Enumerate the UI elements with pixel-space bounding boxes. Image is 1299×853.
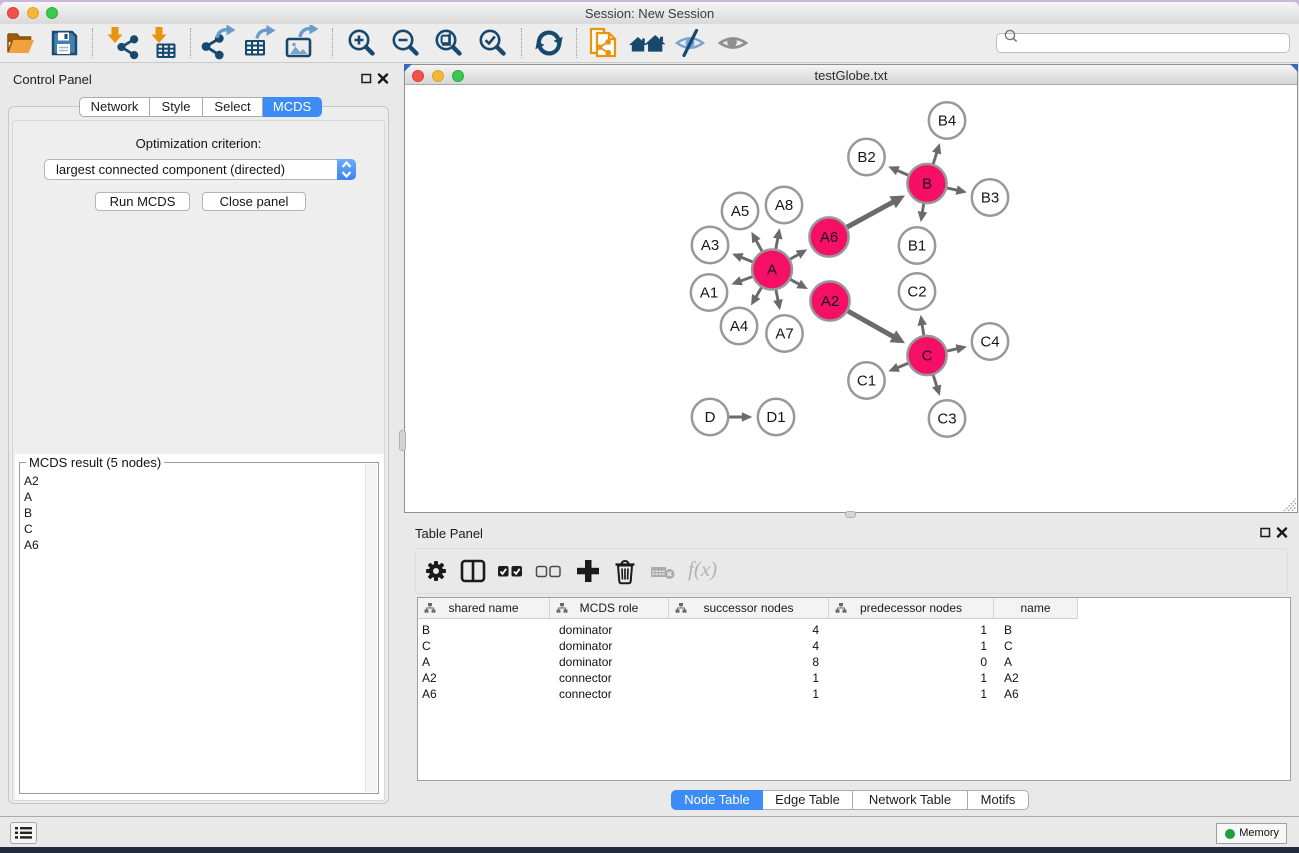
svg-text:A: A (767, 262, 777, 279)
svg-text:A6: A6 (820, 229, 838, 246)
svg-text:B4: B4 (938, 113, 956, 130)
svg-text:C2: C2 (907, 284, 926, 301)
svg-text:A1: A1 (700, 285, 718, 302)
svg-text:A4: A4 (730, 318, 748, 335)
svg-text:A3: A3 (701, 237, 719, 254)
svg-text:C: C (922, 348, 933, 365)
svg-text:A7: A7 (775, 326, 793, 343)
svg-text:D: D (705, 409, 716, 426)
svg-text:C1: C1 (857, 373, 876, 390)
svg-text:B1: B1 (908, 238, 926, 255)
svg-text:A5: A5 (731, 203, 749, 220)
svg-text:B3: B3 (981, 190, 999, 207)
svg-text:B2: B2 (857, 149, 875, 166)
svg-text:B: B (922, 176, 932, 193)
svg-text:C3: C3 (937, 411, 956, 428)
svg-text:D1: D1 (766, 409, 785, 426)
svg-text:C4: C4 (980, 334, 999, 351)
svg-text:A2: A2 (821, 293, 839, 310)
svg-text:A8: A8 (775, 197, 793, 214)
